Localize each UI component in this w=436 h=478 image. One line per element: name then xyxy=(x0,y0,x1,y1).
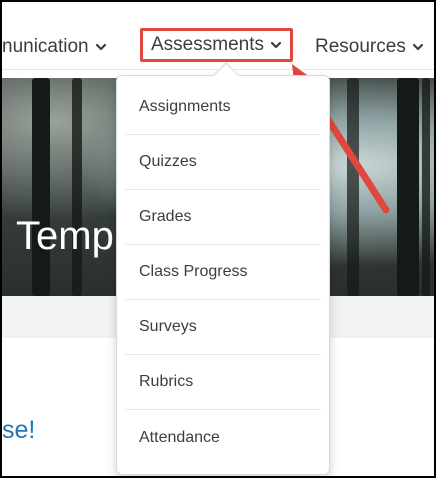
nav-communication-label: nunication xyxy=(2,36,89,57)
nav-communication[interactable]: nunication xyxy=(2,32,107,62)
nav-assessments-label: Assessments xyxy=(151,34,264,55)
tree-trunk xyxy=(32,78,50,296)
course-title: Temp xyxy=(16,214,114,258)
menu-item-grades[interactable]: Grades xyxy=(125,190,321,245)
nav-assessments[interactable]: Assessments xyxy=(140,28,293,62)
menu-item-attendance[interactable]: Attendance xyxy=(125,410,321,465)
nav-resources-label: Resources xyxy=(315,36,406,57)
chevron-down-icon xyxy=(412,43,423,51)
menu-item-class-progress[interactable]: Class Progress xyxy=(125,245,321,300)
tree-trunk xyxy=(347,78,359,296)
menu-item-surveys[interactable]: Surveys xyxy=(125,300,321,355)
assessments-dropdown-menu: Assignments Quizzes Grades Class Progres… xyxy=(116,75,330,475)
chevron-down-icon xyxy=(95,43,106,51)
tree-trunk xyxy=(397,78,419,296)
nav-resources[interactable]: Resources xyxy=(315,32,424,62)
top-navigation: nunication Assessments Resources xyxy=(2,2,434,70)
screenshot-frame: nunication Assessments Resources Temp se… xyxy=(2,2,434,476)
menu-item-rubrics[interactable]: Rubrics xyxy=(125,355,321,410)
chevron-down-icon xyxy=(270,41,282,49)
tree-trunk xyxy=(72,78,82,296)
welcome-heading: se! xyxy=(2,416,36,444)
menu-item-assignments[interactable]: Assignments xyxy=(125,80,321,135)
menu-item-quizzes[interactable]: Quizzes xyxy=(125,135,321,190)
tree-trunk xyxy=(422,78,430,296)
